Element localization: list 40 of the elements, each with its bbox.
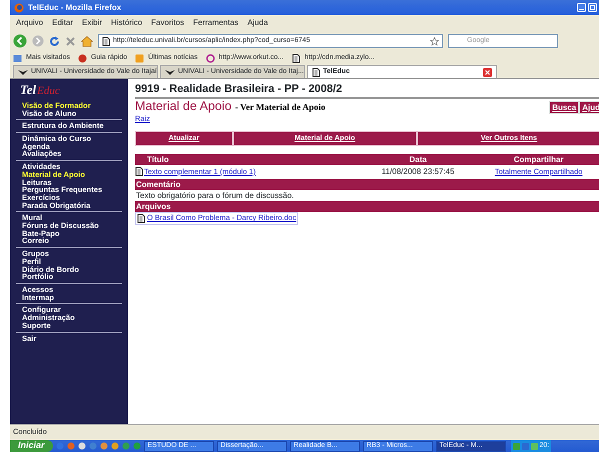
menu-item[interactable]: Ajuda [247, 18, 268, 28]
column-header: Título [146, 154, 170, 166]
menu-item[interactable]: Arquivo [16, 18, 44, 28]
reload-icon[interactable] [49, 36, 60, 46]
bookmark-icon [13, 54, 22, 62]
column-header: Compartilhar [512, 154, 565, 166]
minimize-icon[interactable] [577, 3, 586, 12]
ring-icon [206, 54, 215, 62]
home-icon[interactable] [81, 36, 93, 46]
window-title: TelEduc - Mozilla Firefox [28, 2, 122, 12]
menu-item[interactable]: Favoritos [151, 18, 184, 28]
column-header: Data [408, 154, 428, 166]
page-icon [292, 54, 301, 62]
menu-item[interactable]: Editar [52, 18, 74, 28]
course-title: 9919 - Realidade Brasileira - PP - 2008/2 [135, 83, 599, 99]
document-icon [137, 214, 145, 224]
page-subheading: - Ver Material de Apoio [235, 102, 326, 112]
maximize-icon[interactable] [588, 3, 597, 12]
page-heading: Material de Apoio [135, 98, 233, 113]
menu-item[interactable]: Ferramentas [193, 18, 238, 28]
menu-item[interactable]: Histórico [111, 18, 142, 28]
header-button[interactable]: Busca [549, 100, 580, 114]
star-icon[interactable] [430, 36, 439, 46]
page-icon [312, 68, 320, 76]
page-icon [102, 36, 110, 46]
menu-item[interactable]: Exibir [82, 18, 102, 28]
comment-text: Texto obrigatório para o fórum de discussão. [135, 190, 295, 202]
rss-icon [135, 54, 144, 62]
bookmark-icon [78, 54, 87, 62]
start-button[interactable]: Iniciar [10, 440, 53, 452]
close-icon[interactable] [65, 36, 76, 46]
section-header: Arquivos [135, 201, 599, 212]
table-cell-text: 11/08/2008 23:57:45 [380, 167, 456, 176]
section-header: Comentário [135, 178, 599, 190]
close-tab-icon[interactable] [483, 68, 492, 76]
teleduc-logo: TelEduc [19, 83, 61, 98]
document-icon [135, 167, 143, 176]
forward-icon[interactable] [32, 35, 44, 47]
back-icon[interactable] [13, 34, 27, 48]
header-button[interactable]: Ajud [579, 100, 599, 114]
